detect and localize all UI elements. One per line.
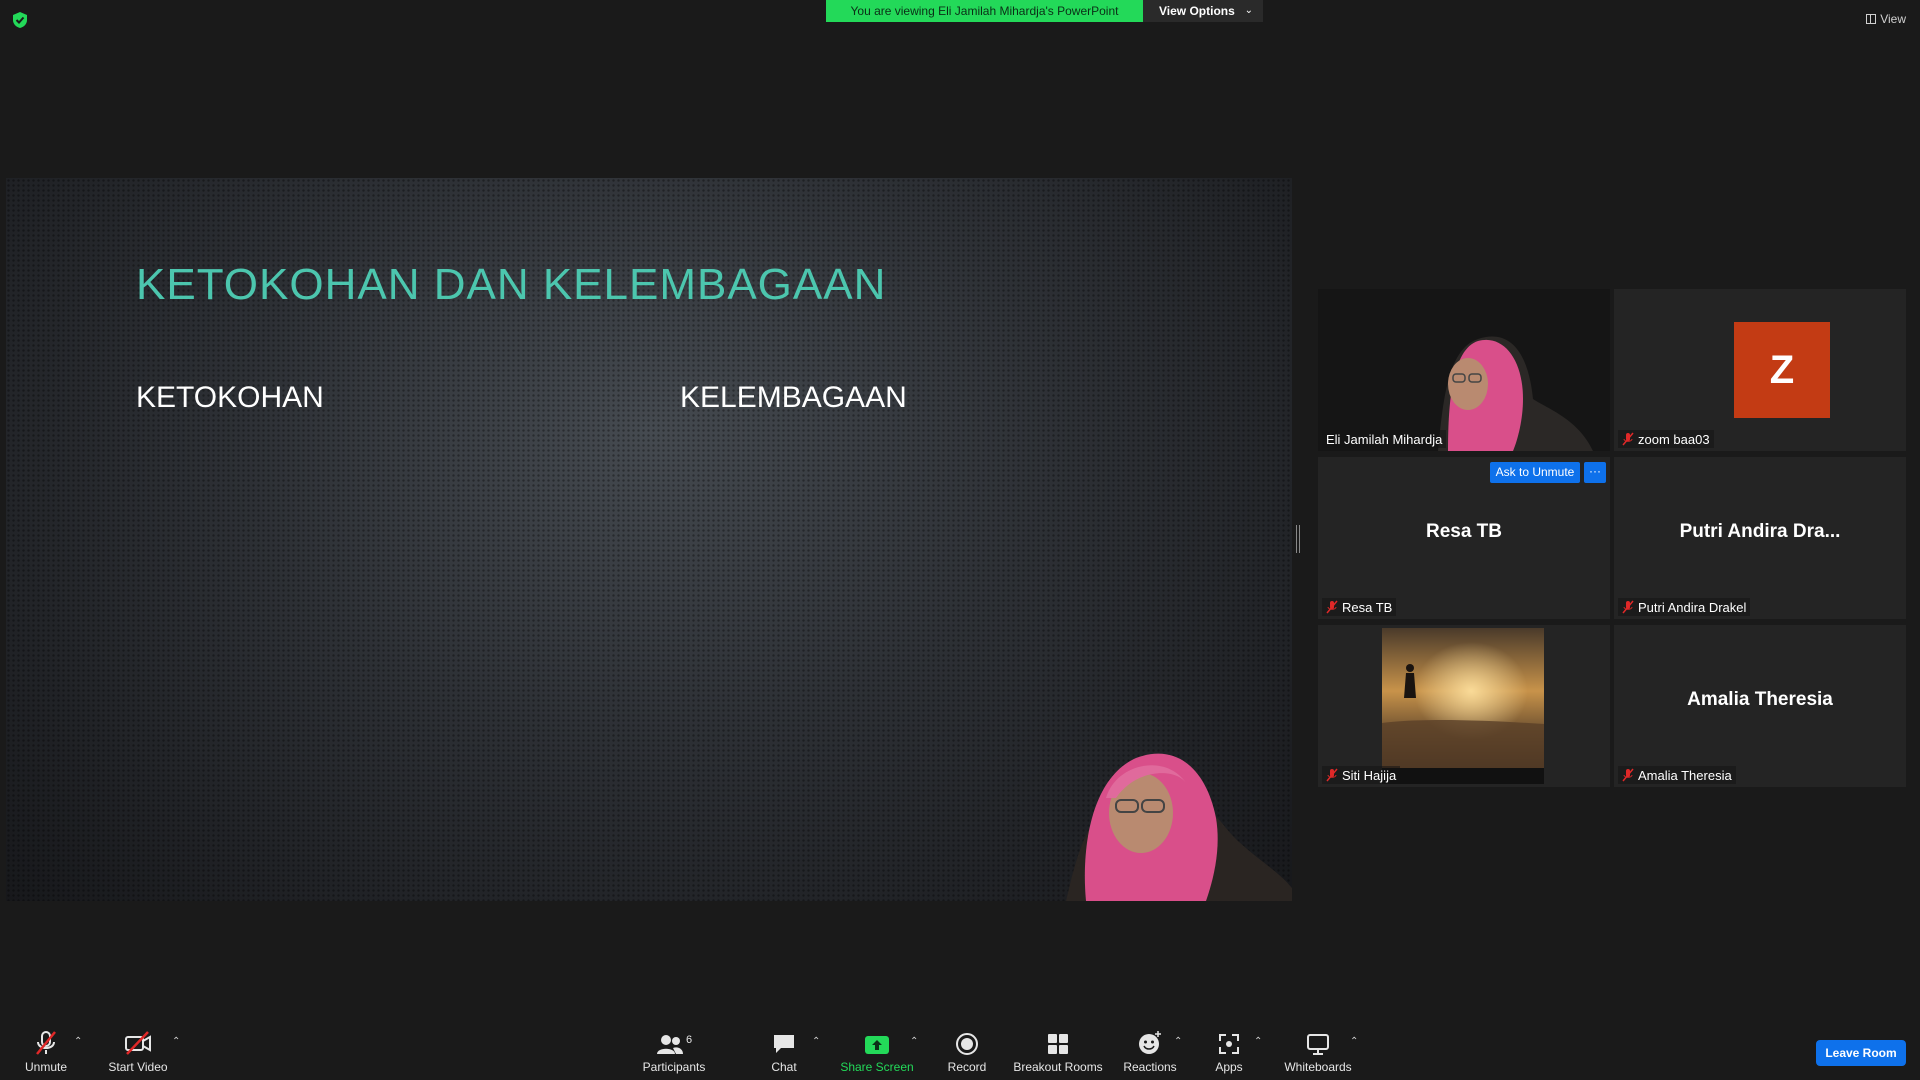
avatar: Z: [1734, 322, 1830, 418]
muted-mic-icon: [1326, 600, 1338, 614]
participant-name-tag: Amalia Theresia: [1618, 766, 1736, 784]
start-video-label: Start Video: [108, 1060, 168, 1074]
view-options-button[interactable]: View Options ⌄: [1143, 0, 1263, 22]
muted-microphone-icon: [36, 1031, 56, 1055]
reactions-smiley-icon: [1139, 1031, 1161, 1054]
participant-display-name: Resa TB: [1425, 521, 1503, 542]
ask-to-unmute-button[interactable]: Ask to Unmute: [1490, 462, 1580, 483]
leave-room-button[interactable]: Leave Room: [1816, 1040, 1906, 1066]
reactions-label: Reactions: [1123, 1060, 1177, 1074]
video-tile-eli[interactable]: Eli Jamilah Mihardja: [1318, 289, 1610, 451]
chat-button[interactable]: Chat: [764, 1028, 804, 1078]
panel-resize-handle[interactable]: [1296, 525, 1300, 553]
video-tile-siti[interactable]: Siti Hajija: [1318, 625, 1610, 787]
chat-label: Chat: [771, 1060, 797, 1074]
meeting-toolbar: Unmute ⌃ Start Video ⌃ 6 Participants Ch…: [0, 1020, 1920, 1080]
whiteboards-label: Whiteboards: [1284, 1060, 1352, 1074]
share-screen-button[interactable]: Share Screen: [840, 1028, 914, 1078]
unmute-button[interactable]: Unmute: [20, 1028, 72, 1078]
breakout-rooms-label: Breakout Rooms: [1013, 1060, 1103, 1074]
unmute-label: Unmute: [24, 1060, 68, 1074]
view-options-label: View Options: [1159, 4, 1235, 18]
whiteboard-icon: [1307, 1034, 1329, 1055]
breakout-rooms-button[interactable]: Breakout Rooms: [1013, 1028, 1103, 1078]
participant-display-name: Putri Andira Dra...: [1679, 521, 1841, 542]
muted-mic-icon: [1622, 600, 1634, 614]
participant-name: Amalia Theresia: [1638, 767, 1732, 783]
participant-name: Resa TB: [1342, 599, 1393, 615]
participants-label: Participants: [642, 1060, 706, 1074]
share-screen-label: Share Screen: [840, 1060, 914, 1074]
participant-video-siti: [1382, 628, 1544, 784]
participant-name-tag: Putri Andira Drakel: [1618, 598, 1751, 616]
video-tile-zoom-baa03[interactable]: Z zoom baa03: [1614, 289, 1906, 451]
participant-name-tag: zoom baa03: [1618, 430, 1714, 448]
shared-screen-slide: KETOKOHAN DAN KELEMBAGAAN KETOKOHAN KELE…: [6, 178, 1292, 901]
muted-mic-icon: [1622, 432, 1634, 446]
zoom-meeting-window: You are viewing Eli Jamilah Mihardja's P…: [0, 0, 1920, 1080]
video-options-chevron-up-icon[interactable]: ⌃: [172, 1036, 180, 1047]
muted-mic-icon: [1326, 768, 1338, 782]
participants-button[interactable]: 6 Participants: [640, 1028, 708, 1078]
record-label: Record: [947, 1060, 987, 1074]
breakout-rooms-icon: [1048, 1034, 1068, 1054]
whiteboards-button[interactable]: Whiteboards: [1282, 1028, 1354, 1078]
slide-column-left: KETOKOHAN: [136, 381, 324, 414]
view-layout-button[interactable]: View: [1866, 10, 1906, 28]
audio-options-chevron-up-icon[interactable]: ⌃: [74, 1036, 82, 1047]
participant-name-tag: Resa TB: [1322, 598, 1397, 616]
participant-name: Siti Hajija: [1342, 767, 1397, 783]
muted-mic-icon: [1622, 768, 1634, 782]
apps-button[interactable]: Apps: [1212, 1028, 1246, 1078]
video-tile-putri[interactable]: Putri Andira Dra... Putri Andira Drakel: [1614, 457, 1906, 619]
presenter-video-overlay: [1066, 753, 1292, 901]
participant-name: Putri Andira Drakel: [1638, 599, 1747, 615]
participants-icon: [656, 1035, 683, 1054]
grid-view-icon: [1866, 14, 1877, 24]
slide-column-right: KELEMBAGAAN: [680, 381, 907, 414]
participant-name: zoom baa03: [1638, 431, 1710, 447]
apps-label: Apps: [1215, 1060, 1243, 1074]
participants-count: 6: [685, 1034, 693, 1046]
chevron-down-icon: ⌄: [1244, 5, 1253, 16]
more-options-button[interactable]: ···: [1584, 462, 1606, 483]
video-tile-amalia[interactable]: Amalia Theresia Amalia Theresia: [1614, 625, 1906, 787]
reactions-button[interactable]: Reactions: [1123, 1028, 1177, 1078]
view-label: View: [1880, 12, 1906, 26]
viewing-share-banner: You are viewing Eli Jamilah Mihardja's P…: [826, 0, 1143, 22]
chat-bubble-icon: [774, 1035, 794, 1053]
participant-name-tag: Siti Hajija: [1322, 766, 1401, 784]
share-options-chevron-up-icon[interactable]: ⌃: [910, 1036, 918, 1047]
record-icon: [956, 1033, 978, 1055]
apps-options-chevron-up-icon[interactable]: ⌃: [1254, 1036, 1262, 1047]
video-off-icon: [125, 1031, 151, 1055]
whiteboards-options-chevron-up-icon[interactable]: ⌃: [1350, 1036, 1358, 1047]
slide-title: KETOKOHAN DAN KELEMBAGAAN: [136, 260, 887, 309]
security-shield-icon[interactable]: [11, 11, 29, 29]
record-button[interactable]: Record: [946, 1028, 988, 1078]
participant-name-tag: Eli Jamilah Mihardja: [1322, 430, 1447, 448]
chat-options-chevron-up-icon[interactable]: ⌃: [812, 1036, 820, 1047]
participant-display-name: Amalia Theresia: [1687, 689, 1833, 710]
participant-video-eli: [1318, 289, 1610, 451]
reactions-options-chevron-up-icon[interactable]: ⌃: [1174, 1036, 1182, 1047]
share-screen-icon: [865, 1036, 889, 1054]
participant-name: Eli Jamilah Mihardja: [1326, 431, 1443, 447]
start-video-button[interactable]: Start Video: [106, 1028, 170, 1078]
apps-icon: [1219, 1034, 1239, 1054]
